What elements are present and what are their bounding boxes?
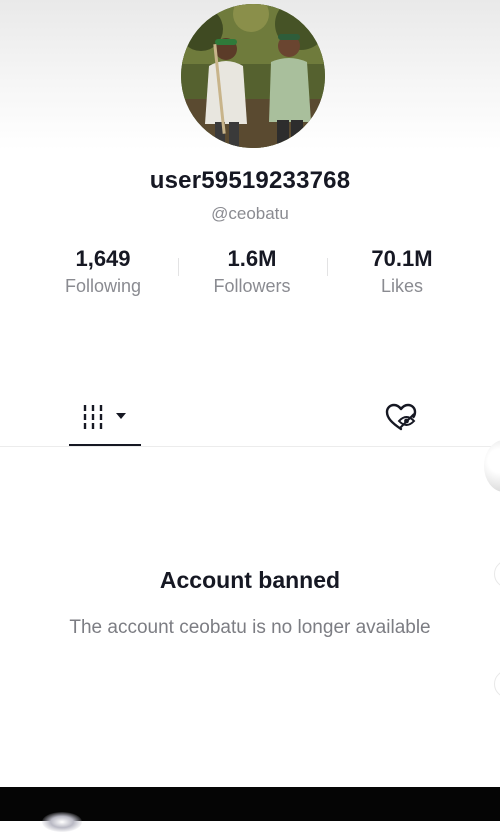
username: user59519233768 xyxy=(149,167,351,194)
tab-liked[interactable] xyxy=(380,398,424,438)
followers-count: 1.6M xyxy=(227,246,277,271)
avatar-photo xyxy=(181,4,325,148)
stat-likes[interactable]: 70.1M Likes xyxy=(322,246,482,297)
empty-state-description: The account ceobatu is no longer availab… xyxy=(69,617,431,638)
following-count: 1,649 xyxy=(75,246,131,271)
tab-videos[interactable] xyxy=(69,398,141,448)
floating-side-button[interactable] xyxy=(484,440,500,492)
likes-count: 70.1M xyxy=(371,246,433,271)
avatar[interactable] xyxy=(181,4,325,148)
grid-columns-icon xyxy=(83,405,126,429)
liked-hidden-heart-icon xyxy=(385,403,417,431)
empty-state-title: Account banned xyxy=(159,567,341,593)
profile-handle: @ceobatu xyxy=(211,204,289,223)
followers-label: Followers xyxy=(213,276,291,296)
likes-label: Likes xyxy=(380,276,424,296)
tab-bar-border xyxy=(0,446,500,447)
chevron-down-icon xyxy=(116,413,126,419)
stat-following[interactable]: 1,649 Following xyxy=(23,246,183,297)
following-label: Following xyxy=(64,276,142,296)
home-indicator-glow xyxy=(42,812,82,832)
edge-ring-shape xyxy=(494,670,500,698)
stat-followers[interactable]: 1.6M Followers xyxy=(172,246,332,297)
